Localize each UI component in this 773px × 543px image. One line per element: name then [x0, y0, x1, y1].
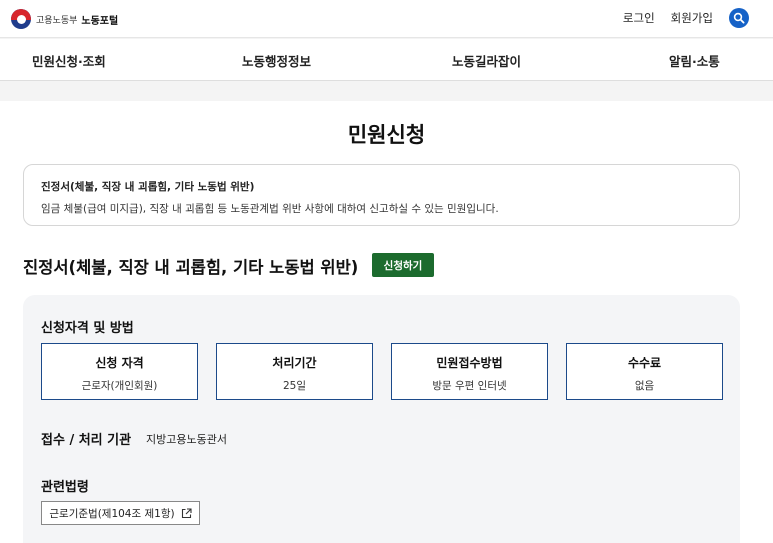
login-link[interactable]: 로그인 — [623, 10, 655, 26]
nav-item-labor-guide[interactable]: 노동길라잡이 — [452, 51, 521, 70]
nav-item-civil-petition[interactable]: 민원신청·조회 — [32, 51, 106, 70]
related-law-label: 근로기준법(제104조 제1항) — [49, 507, 175, 520]
eligibility-section-title: 신청자격 및 방법 — [41, 321, 134, 336]
service-title: 진정서(체불, 직장 내 괴롭힘, 기타 노동법 위반) — [23, 258, 359, 277]
card-value: 25일 — [282, 380, 307, 392]
page-title: 민원신청 — [347, 123, 426, 147]
nav-item-news-communication[interactable]: 알림·소통 — [669, 51, 720, 70]
utility-menu: 로그인 회원가입 — [623, 8, 749, 28]
logo-site-name: 노동포털 — [81, 15, 119, 27]
main-content: 민원신청 진정서(체불, 직장 내 괴롭힘, 기타 노동법 위반) 임금 체불(… — [0, 101, 773, 543]
service-detail-panel: 신청자격 및 방법 신청 자격 근로자(개인회원) 처리기간 25일 민원접수방… — [23, 295, 740, 543]
apply-button[interactable]: 신청하기 — [372, 253, 434, 277]
main-navigation: 민원신청·조회 노동행정정보 노동길라잡이 알림·소통 — [0, 39, 773, 81]
search-icon — [733, 12, 745, 24]
agency-value: 지방고용노동관서 — [146, 433, 227, 446]
card-processing-period: 처리기간 25일 — [216, 343, 373, 400]
search-button[interactable] — [729, 8, 749, 28]
card-title: 신청 자격 — [95, 356, 144, 370]
card-fee: 수수료 없음 — [566, 343, 723, 400]
logo-org-name: 고용노동부 — [36, 15, 78, 26]
related-law-link[interactable]: 근로기준법(제104조 제1항) — [41, 501, 200, 525]
card-title: 처리기간 — [272, 356, 317, 370]
service-summary-box: 진정서(체불, 직장 내 괴롭힘, 기타 노동법 위반) 임금 체불(급여 미지… — [23, 164, 740, 226]
card-title: 민원접수방법 — [436, 356, 503, 370]
summary-description: 임금 체불(급여 미지급), 직장 내 괴롭힘 등 노동관계법 위반 사항에 대… — [41, 203, 499, 215]
card-eligibility: 신청 자격 근로자(개인회원) — [41, 343, 198, 400]
site-logo[interactable]: 고용노동부 노동포털 — [11, 9, 118, 29]
government-emblem-icon — [11, 9, 31, 29]
top-bar: 고용노동부 노동포털 로그인 회원가입 — [0, 0, 773, 38]
card-title: 수수료 — [627, 356, 662, 370]
card-value: 없음 — [634, 380, 655, 392]
eligibility-cards: 신청 자격 근로자(개인회원) 처리기간 25일 민원접수방법 방문 우편 인터… — [41, 343, 723, 400]
agency-label: 접수 / 처리 기관 — [41, 433, 132, 448]
card-submission-method: 민원접수방법 방문 우편 인터넷 — [391, 343, 548, 400]
card-value: 근로자(개인회원) — [81, 380, 158, 392]
nav-item-labor-admin-info[interactable]: 노동행정정보 — [242, 51, 311, 70]
laws-section-title: 관련법령 — [41, 480, 89, 495]
summary-title: 진정서(체불, 직장 내 괴롭힘, 기타 노동법 위반) — [41, 181, 255, 193]
signup-link[interactable]: 회원가입 — [671, 10, 713, 26]
external-link-icon — [181, 507, 192, 518]
card-value: 방문 우편 인터넷 — [432, 380, 507, 392]
